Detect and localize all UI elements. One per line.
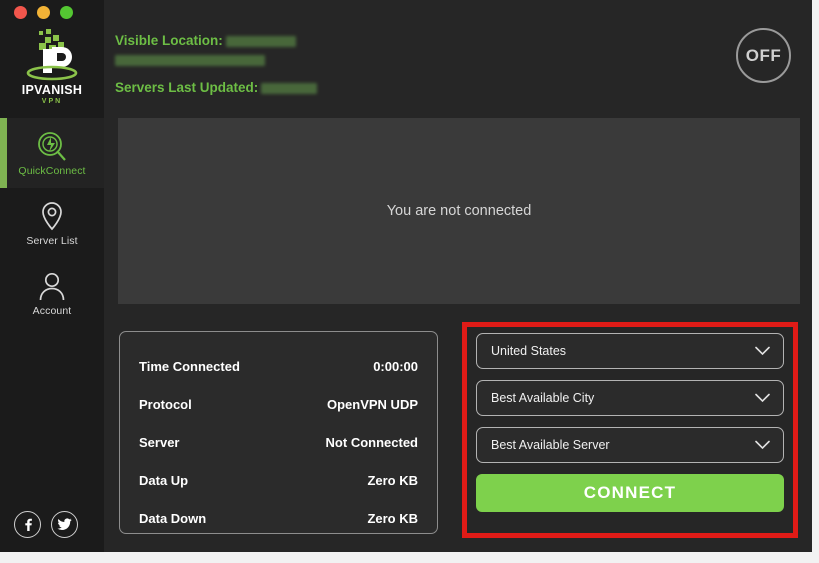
sidebar-nav: QuickConnect Server List Account <box>0 118 104 328</box>
sidebar-item-server-list[interactable]: Server List <box>0 188 104 258</box>
close-button[interactable] <box>14 6 27 19</box>
twitter-icon <box>57 518 72 530</box>
logo-wordmark: IPVANISH <box>21 83 83 98</box>
city-select[interactable]: Best Available City <box>476 380 784 416</box>
active-indicator <box>0 258 7 328</box>
window-controls <box>14 6 73 19</box>
sidebar-item-quickconnect[interactable]: QuickConnect <box>0 118 104 188</box>
visible-location-label: Visible Location: <box>115 33 223 48</box>
header: Visible Location: Servers Last Updated: … <box>104 0 812 110</box>
power-toggle-button[interactable]: OFF <box>736 28 791 83</box>
sidebar-item-label: QuickConnect <box>18 165 86 178</box>
country-select-value: United States <box>491 344 567 358</box>
connect-button-label: CONNECT <box>583 483 677 502</box>
visible-location-value-line2-redacted <box>115 54 265 66</box>
sidebar-item-label: Server List <box>26 235 78 248</box>
connection-stats-card: Time Connected 0:00:00 Protocol OpenVPN … <box>119 331 438 534</box>
stat-label: Data Up <box>139 473 189 488</box>
stat-value: Zero KB <box>367 473 418 488</box>
stat-value: Zero KB <box>367 511 418 526</box>
servers-last-updated-value-redacted <box>261 82 318 94</box>
visible-location-row-2 <box>115 52 265 67</box>
city-select-value: Best Available City <box>491 391 595 405</box>
facebook-icon <box>24 518 32 531</box>
connect-controls-group: United States Best Available City Best A… <box>462 322 798 538</box>
country-select[interactable]: United States <box>476 333 784 369</box>
logo-subtitle: VPN <box>41 97 63 105</box>
chevron-down-icon <box>755 440 770 450</box>
stat-value: Not Connected <box>325 435 418 450</box>
stat-row-server: Server Not Connected <box>139 426 418 459</box>
logo-glyph-icon <box>26 29 78 81</box>
connect-button[interactable]: CONNECT <box>476 474 784 512</box>
stat-value: 0:00:00 <box>373 359 418 374</box>
quickconnect-icon <box>38 132 66 161</box>
active-indicator <box>0 188 7 258</box>
stat-label: Data Down <box>139 511 207 526</box>
ipvanish-logo: IPVANISH VPN <box>0 24 104 108</box>
stat-row-data-up: Data Up Zero KB <box>139 464 418 497</box>
ipvanish-logo-mark <box>19 27 85 83</box>
sidebar-item-label: Account <box>32 305 72 318</box>
active-indicator <box>0 118 7 188</box>
servers-last-updated-row: Servers Last Updated: <box>115 80 318 95</box>
stat-row-protocol: Protocol OpenVPN UDP <box>139 388 418 421</box>
app-window: IPVANISH VPN QuickConnect Server List Ac… <box>0 0 812 552</box>
user-icon <box>39 273 65 301</box>
visible-location-value-redacted <box>225 35 296 47</box>
sidebar: IPVANISH VPN QuickConnect Server List Ac… <box>0 0 104 552</box>
chevron-down-icon <box>755 393 770 403</box>
stat-label: Protocol <box>139 397 192 412</box>
maximize-button[interactable] <box>60 6 73 19</box>
stat-label: Server <box>139 435 180 450</box>
map-pin-icon <box>42 202 62 231</box>
minimize-button[interactable] <box>37 6 50 19</box>
server-select-value: Best Available Server <box>491 438 610 452</box>
stat-row-time-connected: Time Connected 0:00:00 <box>139 350 418 383</box>
servers-last-updated-label: Servers Last Updated: <box>115 80 259 95</box>
connection-status-panel: You are not connected <box>118 118 800 304</box>
chevron-down-icon <box>755 346 770 356</box>
social-links <box>14 511 78 538</box>
stat-value: OpenVPN UDP <box>326 397 418 412</box>
visible-location-row: Visible Location: <box>115 33 296 48</box>
facebook-button[interactable] <box>14 511 41 538</box>
connection-status-message: You are not connected <box>386 203 532 219</box>
twitter-button[interactable] <box>51 511 78 538</box>
server-select[interactable]: Best Available Server <box>476 427 784 463</box>
stat-label: Time Connected <box>139 359 240 374</box>
stat-row-data-down: Data Down Zero KB <box>139 502 418 535</box>
sidebar-item-account[interactable]: Account <box>0 258 104 328</box>
power-toggle-label: OFF <box>745 45 782 65</box>
